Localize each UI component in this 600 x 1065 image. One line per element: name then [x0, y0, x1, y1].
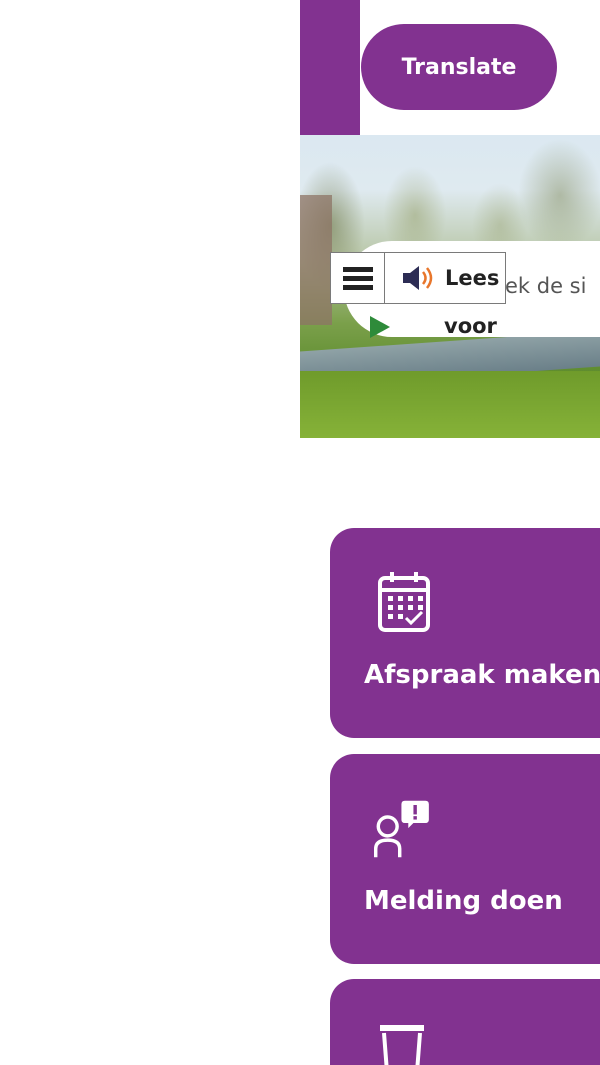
tile-label: Afspraak maken	[364, 660, 600, 690]
play-icon[interactable]	[370, 316, 390, 338]
translate-button[interactable]: Translate	[361, 24, 557, 110]
tile-label: Melding doen	[364, 886, 563, 916]
calendar-icon	[378, 572, 430, 632]
person-alert-icon	[374, 800, 429, 858]
readspeaker-label: Lees	[445, 266, 500, 290]
trash-bin-icon	[380, 1025, 424, 1065]
readspeaker-label-continued: voor	[444, 314, 497, 338]
tile-afval[interactable]	[330, 979, 600, 1065]
readspeaker-menu-button[interactable]	[331, 253, 385, 303]
readspeaker-widget[interactable]: Lees	[330, 252, 506, 304]
tile-afspraak-maken[interactable]: Afspraak maken	[330, 528, 600, 738]
speaker-icon	[403, 266, 433, 290]
readspeaker-play-button[interactable]: Lees	[385, 253, 505, 303]
search-input[interactable]: ek de si	[505, 274, 600, 304]
header-accent-bar	[300, 0, 360, 135]
tile-melding-doen[interactable]: Melding doen	[330, 754, 600, 964]
